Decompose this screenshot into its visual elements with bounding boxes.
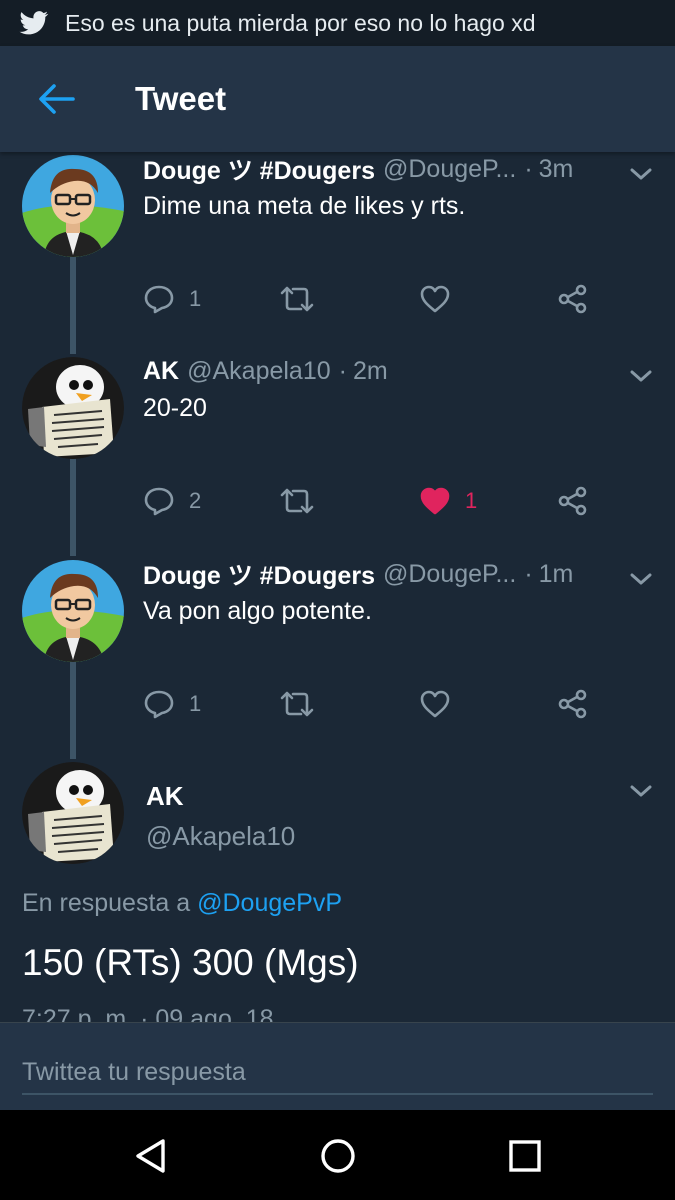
- reply-count: 1: [189, 286, 202, 311]
- separator-dot: ·: [524, 559, 533, 588]
- nav-back-button[interactable]: [128, 1134, 172, 1178]
- tweet-time: 2m: [352, 356, 388, 385]
- tweet[interactable]: Douge ツ #Dougers @DougeP... · 3m Dime un…: [0, 152, 675, 354]
- tweet-actions: 1: [143, 684, 603, 724]
- nav-recents-icon: [509, 1140, 541, 1172]
- reply-input[interactable]: [22, 1051, 653, 1095]
- retweet-icon: [280, 488, 314, 514]
- app-bar: Tweet: [0, 46, 675, 152]
- reply-icon: [144, 487, 174, 516]
- twitter-bird-icon: [19, 11, 49, 35]
- gunter-penguin-avatar: [22, 762, 124, 864]
- tweet-text: 20-20: [143, 394, 207, 422]
- heart-icon: [420, 285, 450, 313]
- author-name[interactable]: Douge ツ #Dougers: [143, 152, 375, 186]
- like-button[interactable]: [419, 279, 465, 319]
- reply-prefix: En respuesta a: [22, 889, 191, 917]
- system-nav-bar: [0, 1110, 675, 1200]
- tweet-time: 1m: [538, 559, 574, 588]
- focused-tweet: AK @Akapela10 En respuesta a @DougePvP 1…: [0, 759, 675, 1022]
- reply-composer: [0, 1022, 675, 1110]
- gunter-penguin-avatar: [22, 357, 124, 459]
- retweet-button[interactable]: [279, 279, 329, 319]
- reply-count: 1: [189, 691, 202, 716]
- tweet[interactable]: Douge ツ #Dougers @DougeP... · 1m Va pon …: [0, 557, 675, 759]
- retweet-button[interactable]: [279, 684, 329, 724]
- author-handle[interactable]: @DougeP...: [383, 560, 516, 589]
- retweet-icon: [280, 691, 314, 717]
- share-icon: [558, 284, 587, 314]
- like-count: 1: [465, 488, 478, 513]
- status-bar: Eso es una puta mierda por eso no lo hag…: [0, 0, 675, 46]
- reply-button[interactable]: 1: [143, 279, 201, 319]
- tweet-text: Va pon algo potente.: [143, 597, 372, 625]
- chevron-down-icon[interactable]: [629, 166, 653, 182]
- reply-button[interactable]: 2: [143, 481, 201, 521]
- separator-dot: ·: [524, 154, 533, 183]
- nav-back-icon: [136, 1139, 165, 1173]
- reply-mention-link[interactable]: @DougePvP: [197, 889, 342, 917]
- author-name[interactable]: AK: [146, 781, 184, 812]
- chevron-down-icon[interactable]: [629, 783, 653, 799]
- tweet-actions: 2 1: [143, 481, 603, 521]
- tweet-header: Douge ツ #Dougers @DougeP... · 3m: [143, 152, 605, 186]
- author-name[interactable]: AK: [143, 357, 179, 386]
- heart-icon: [420, 487, 450, 515]
- avatar[interactable]: [22, 560, 124, 662]
- retweet-button[interactable]: [279, 481, 329, 521]
- nav-home-button[interactable]: [316, 1134, 360, 1178]
- share-button[interactable]: [557, 684, 589, 724]
- back-button[interactable]: [34, 77, 78, 121]
- page-title: Tweet: [135, 80, 227, 117]
- author-handle[interactable]: @DougeP...: [383, 155, 516, 184]
- heart-icon: [420, 690, 450, 718]
- cartoon-boy-avatar: [22, 560, 124, 662]
- notification-text: Eso es una puta mierda por eso no lo hag…: [65, 9, 536, 36]
- nav-recents-button[interactable]: [503, 1134, 547, 1178]
- tweet-text: Dime una meta de likes y rts.: [143, 192, 466, 220]
- tweet-date: 7:27 p. m. · 09 ago. 18: [22, 1005, 274, 1022]
- conversation-timeline: Douge ツ #Dougers @DougeP... · 3m Dime un…: [0, 152, 675, 1022]
- back-arrow-icon: [39, 84, 75, 114]
- tweet-header: AK @Akapela10 · 2m: [143, 354, 605, 388]
- separator-dot: ·: [338, 356, 347, 385]
- tweet-text: 150 (RTs) 300 (Mgs): [22, 942, 359, 983]
- reply-count: 2: [189, 488, 202, 513]
- chevron-down-icon[interactable]: [629, 368, 653, 384]
- avatar[interactable]: [22, 357, 124, 459]
- tweet[interactable]: AK @Akapela10 · 2m 20-20 2 1: [0, 354, 675, 556]
- tweet-time: 3m: [538, 154, 574, 183]
- cartoon-boy-avatar: [22, 155, 124, 257]
- like-button[interactable]: 1: [419, 481, 477, 521]
- author-handle[interactable]: @Akapela10: [187, 357, 331, 386]
- tweet-header: Douge ツ #Dougers @DougeP... · 1m: [143, 557, 605, 591]
- author-name[interactable]: Douge ツ #Dougers: [143, 557, 375, 591]
- thread-line: [70, 256, 76, 354]
- reply-icon: [144, 690, 174, 719]
- reply-button[interactable]: 1: [143, 684, 201, 724]
- chevron-down-icon[interactable]: [629, 571, 653, 587]
- thread-line: [70, 661, 76, 759]
- avatar[interactable]: [22, 762, 124, 864]
- reply-context: En respuesta a @DougePvP: [22, 889, 342, 918]
- share-icon: [558, 689, 587, 719]
- author-handle[interactable]: @Akapela10: [146, 821, 295, 852]
- nav-home-icon: [321, 1139, 355, 1173]
- tweet-actions: 1: [143, 279, 603, 319]
- avatar[interactable]: [22, 155, 124, 257]
- reply-icon: [144, 285, 174, 314]
- like-button[interactable]: [419, 684, 465, 724]
- share-button[interactable]: [557, 481, 589, 521]
- share-button[interactable]: [557, 279, 589, 319]
- retweet-icon: [280, 286, 314, 312]
- share-icon: [558, 486, 587, 516]
- thread-line: [70, 458, 76, 556]
